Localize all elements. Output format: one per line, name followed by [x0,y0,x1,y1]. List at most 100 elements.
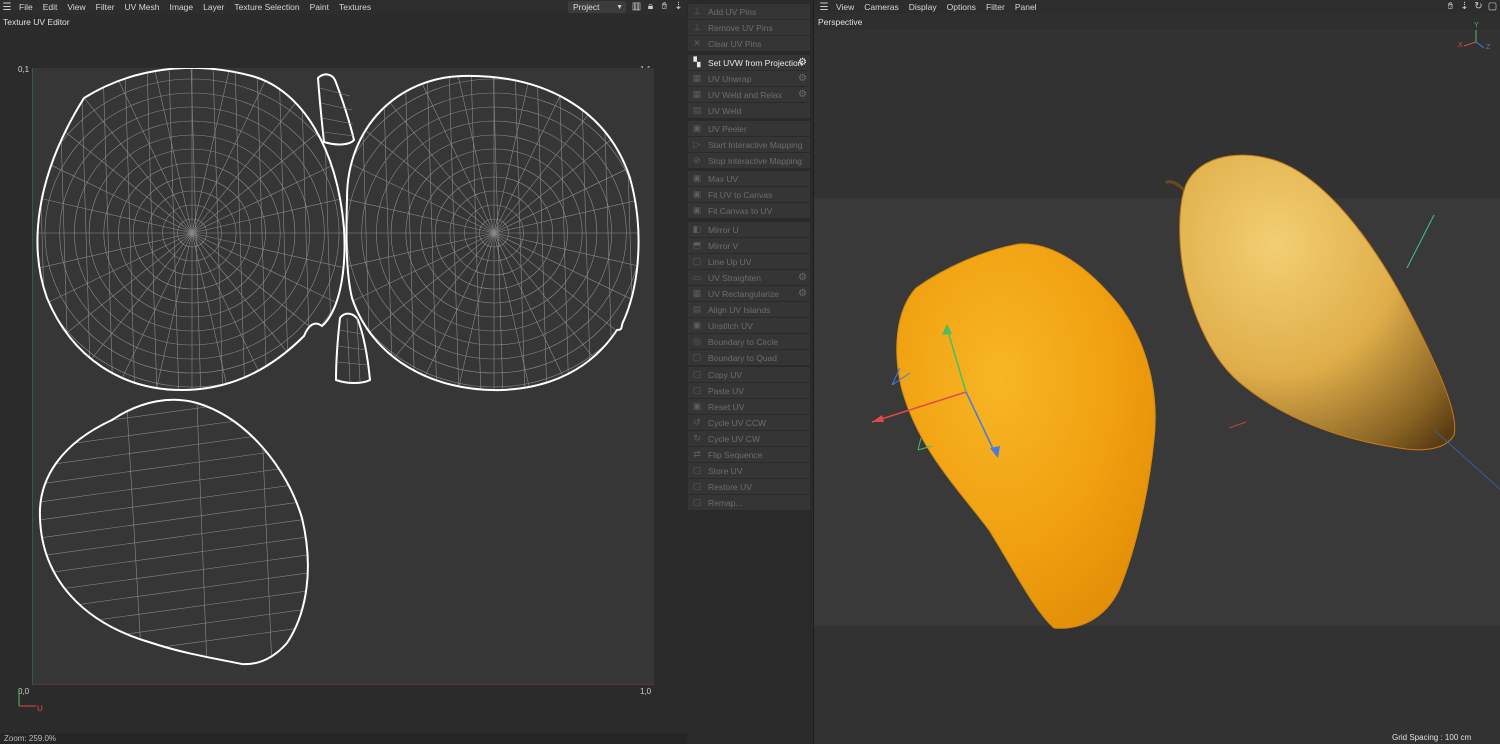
command-align-uv-islands[interactable]: ▤ Align UV Islands [688,302,810,317]
command-label: Cycle UV CCW [708,417,767,428]
gear-icon[interactable]: ⚙ [798,73,807,84]
command-label: Cycle UV CW [708,433,760,444]
rotate-icon[interactable]: ↻ [1472,1,1485,12]
command-reset-uv[interactable]: ▣ Reset UV [688,399,810,414]
maximize-icon[interactable]: ▢ [1486,1,1499,12]
gear-icon[interactable]: ⚙ [798,272,807,283]
menu-item-display[interactable]: Display [904,2,942,12]
command-uv-rectangularize[interactable]: ▦ UV Rectangularize ⚙ [688,286,810,301]
command-uv-peeler[interactable]: ▣ UV Peeler [688,121,810,136]
paste-icon: ▢ [692,385,702,395]
command-label: Paste UV [708,385,744,396]
peeler-icon: ▣ [692,123,702,133]
command-store-uv[interactable]: ▢ Store UV [688,463,810,478]
command-label: Align UV Islands [708,304,771,315]
cycle-cw-icon: ↻ [693,433,701,443]
line-up-icon: ▢ [692,256,702,266]
menu-item-layer[interactable]: Layer [198,2,229,12]
command-max-uv[interactable]: ▣ Max UV [688,171,810,186]
command-label: UV Weld and Relax [708,89,783,100]
command-cycle-uv-cw[interactable]: ↻ Cycle UV CW [688,431,810,446]
menu-item-cameras[interactable]: Cameras [859,2,903,12]
menu-item-paint[interactable]: Paint [305,2,334,12]
move-icon[interactable]: ⇣ [1458,1,1471,12]
command-line-up-uv[interactable]: ▢ Line Up UV [688,254,810,269]
command-label: Flip Sequence [708,449,763,460]
command-unstitch-uv[interactable]: ▣ Unstitch UV [688,318,810,333]
command-fit-uv-to-canvas[interactable]: ▣ Fit UV to Canvas [688,187,810,202]
lock-icon[interactable]: 🔒︎ [644,1,657,12]
command-start-interactive-mapping[interactable]: ▷ Start Interactive Mapping [688,137,810,152]
gear-icon[interactable]: ⚙ [798,57,807,68]
command-mirror-v[interactable]: ⬒ Mirror V [688,238,810,253]
max-icon: ▣ [692,173,702,183]
move-icon[interactable]: ⇣ [672,1,685,12]
menu-item-filter[interactable]: Filter [91,2,120,12]
command-label: Remap... [708,497,743,508]
unwrap-icon: ▦ [692,73,702,83]
hamburger-menu-icon[interactable]: ☰ [817,0,831,14]
rectangularize-icon: ▦ [692,288,702,298]
play-icon: ▷ [693,139,701,149]
command-uv-weld[interactable]: ▤ UV Weld [688,103,810,118]
menu-item-options[interactable]: Options [942,2,981,12]
menu-item-panel[interactable]: Panel [1010,2,1042,12]
command-copy-uv[interactable]: ▢ Copy UV [688,367,810,382]
command-paste-uv[interactable]: ▢ Paste UV [688,383,810,398]
menu-item-edit[interactable]: Edit [38,2,63,12]
store-icon: ▢ [692,465,702,475]
histogram-icon[interactable]: ▥ [630,1,643,12]
menu-item-view[interactable]: View [62,2,90,12]
command-stop-interactive-mapping[interactable]: ⊘ Stop Interactive Mapping [688,153,810,168]
menu-item-image[interactable]: Image [165,2,199,12]
command-label: Restore UV [708,481,752,492]
command-uv-weld-and-relax[interactable]: ▦ UV Weld and Relax ⚙ [688,87,810,102]
gizmo-arrow-x[interactable] [872,415,884,422]
command-fit-canvas-to-uv[interactable]: ▣ Fit Canvas to UV [688,203,810,218]
command-cycle-uv-ccw[interactable]: ↺ Cycle UV CCW [688,415,810,430]
menu-item-file[interactable]: File [14,2,38,12]
command-boundary-to-circle[interactable]: ◎ Boundary to Circle [688,334,810,349]
command-restore-uv[interactable]: ▢ Restore UV [688,479,810,494]
pan-hand-icon[interactable]: ✋︎ [1444,1,1457,12]
texture-dropdown[interactable]: Project ▼ [568,1,626,13]
menu-item-view[interactable]: View [831,2,859,12]
projection-icon: ▚ [693,57,701,67]
command-clear-uv-pins[interactable]: ✕ Clear UV Pins [688,36,810,51]
gear-icon[interactable]: ⚙ [798,288,807,299]
3d-viewport[interactable] [814,30,1500,744]
chevron-down-icon: ▼ [616,3,623,11]
align-icon: ▤ [692,304,702,314]
command-mirror-u[interactable]: ◧ Mirror U [688,222,810,237]
gear-icon[interactable]: ⚙ [798,89,807,100]
menu-item-texture-selection[interactable]: Texture Selection [229,2,304,12]
uv-island-outline-bottom[interactable] [38,398,309,666]
command-remap[interactable]: ▢ Remap... [688,495,810,510]
pan-hand-icon[interactable]: ✋︎ [658,1,671,12]
menu-item-textures[interactable]: Textures [334,2,376,12]
command-label: UV Straighten [708,272,761,283]
restore-icon: ▢ [692,481,702,491]
command-label: UV Weld [708,105,742,116]
command-uv-straighten[interactable]: ▭ UV Straighten ⚙ [688,270,810,285]
command-remove-uv-pins[interactable]: ⊥ Remove UV Pins [688,20,810,35]
texture-uv-editor-panel: ☰ File Edit View Filter UV Mesh Image La… [0,0,690,744]
viewport-title: Perspective [818,17,863,27]
command-flip-sequence[interactable]: ⇄ Flip Sequence [688,447,810,462]
pin-icon: ⊥ [693,22,701,32]
uv-canvas[interactable] [31,66,654,686]
command-label: Mirror U [708,224,739,235]
menu-item-filter[interactable]: Filter [981,2,1010,12]
command-set-uvw-from-projection[interactable]: ▚ Set UVW from Projection ⚙ [688,55,810,70]
command-label: Add UV Pins [708,6,757,17]
whole-mango-object[interactable] [1179,154,1456,451]
command-add-uv-pins[interactable]: ⊥ Add UV Pins [688,4,810,19]
mango-slice-object[interactable] [896,243,1156,629]
command-label: Clear UV Pins [708,38,762,49]
command-label: Boundary to Quad [708,352,777,363]
circle-icon: ◎ [693,336,701,346]
hamburger-menu-icon[interactable]: ☰ [0,0,14,14]
menu-item-uv-mesh[interactable]: UV Mesh [120,2,165,12]
command-boundary-to-quad[interactable]: ▢ Boundary to Quad [688,350,810,365]
command-uv-unwrap[interactable]: ▦ UV Unwrap ⚙ [688,71,810,86]
